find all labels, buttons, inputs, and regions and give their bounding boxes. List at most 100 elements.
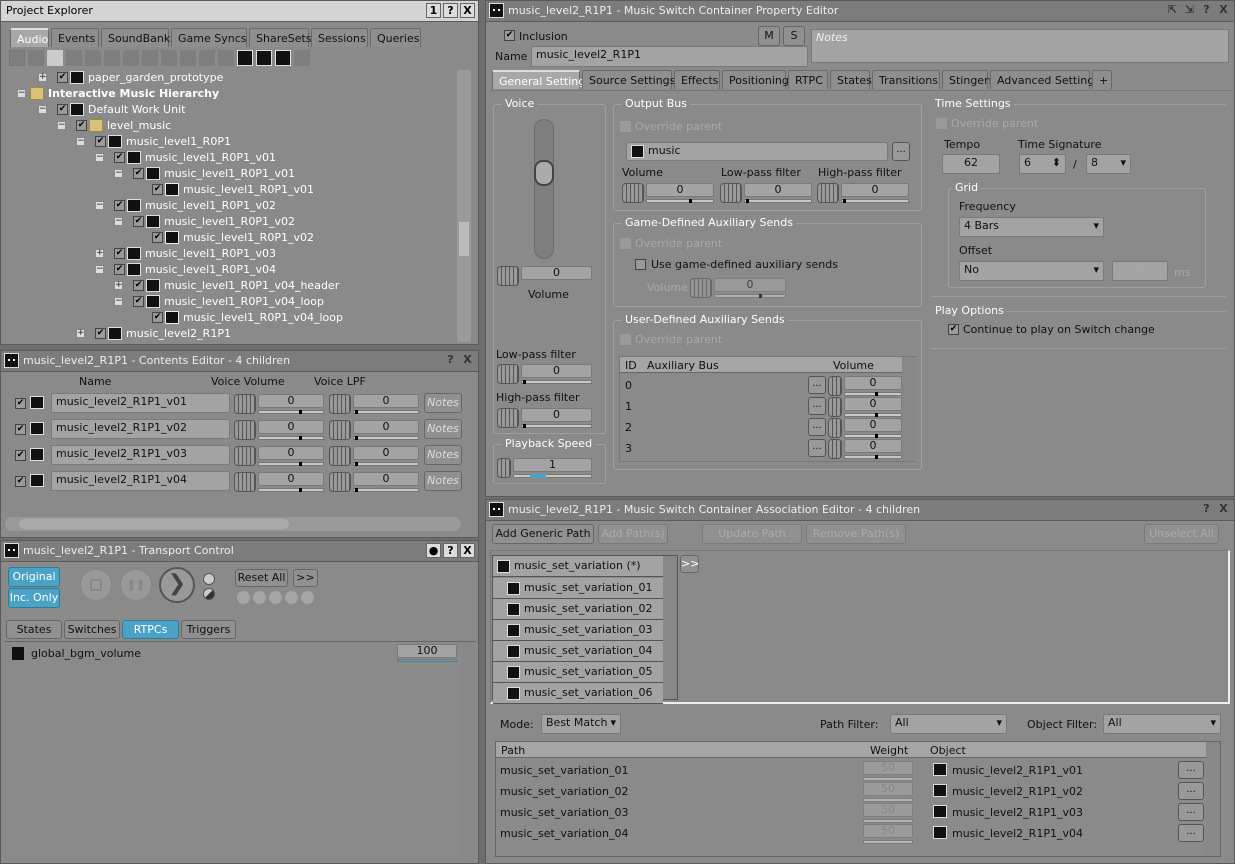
include-checkbox[interactable]: ✔ [114, 152, 125, 163]
include-checkbox[interactable]: ✔ [95, 328, 106, 339]
update-path-button[interactable]: Update Path [702, 524, 802, 544]
include-checkbox[interactable]: ✔ [57, 72, 68, 83]
aux-col-volume[interactable]: Volume [833, 359, 874, 372]
user-aux-override-checkbox[interactable] [620, 334, 631, 345]
original-button[interactable]: Original [8, 567, 60, 587]
play-button[interactable]: ❯ [159, 567, 195, 603]
close-button[interactable]: X [460, 543, 475, 558]
aux-bus-browse-button[interactable]: ... [808, 418, 826, 436]
help-button[interactable]: ? [1199, 502, 1214, 517]
include-checkbox[interactable]: ✔ [95, 136, 106, 147]
tab-sharesets[interactable]: ShareSets [249, 28, 312, 47]
object-browse-button[interactable]: ... [1178, 803, 1204, 821]
aux-bus-browse-button[interactable]: ... [808, 397, 826, 415]
continue-play-checkbox[interactable]: ✔ [948, 324, 959, 335]
help-button[interactable]: ? [1199, 3, 1214, 18]
solo-button[interactable]: S [783, 26, 805, 46]
child-notes-button[interactable]: Notes [424, 419, 462, 439]
tab-advanced-settings[interactable]: Advanced Settings [990, 70, 1100, 89]
aux-bus-browse-button[interactable]: ... [808, 376, 826, 394]
aux-volume-slider[interactable]: 0 [828, 397, 902, 419]
child-name-field[interactable]: music_level2_R1P1_v04 [51, 471, 230, 491]
tree-item[interactable]: + ✔ music_level1_R0P1_v03 [5, 246, 455, 262]
toolbar-icons[interactable] [9, 50, 310, 68]
tab-game-syncs[interactable]: Game Syncs [171, 28, 247, 47]
project-tree[interactable]: + ✔ paper_garden_prototype − Interactive Mus… [5, 70, 457, 342]
horizontal-scrollbar[interactable] [5, 517, 461, 531]
expander-minus-icon[interactable]: − [95, 265, 104, 274]
include-checkbox[interactable]: ✔ [152, 312, 163, 323]
offset-value-input[interactable]: 0 [1112, 261, 1168, 281]
child-notes-button[interactable]: Notes [424, 393, 462, 413]
weight-slider[interactable]: 50 [863, 824, 913, 846]
help-button[interactable]: ? [443, 3, 458, 18]
aux-scrollbar[interactable] [902, 357, 916, 461]
include-checkbox[interactable]: ✔ [114, 248, 125, 259]
pause-button[interactable]: ❚❚ [119, 568, 153, 602]
tree-item[interactable]: − ✔ music_level1_R0P1_v04_loop [5, 294, 455, 310]
child-name-field[interactable]: music_level2_R1P1_v02 [51, 419, 230, 439]
column-name[interactable]: Name [79, 375, 111, 388]
child-lpf-slider[interactable]: 0 [329, 472, 419, 494]
switch-group-item[interactable]: music_set_variation (*) [493, 556, 663, 577]
path-cell[interactable]: music_set_variation_03 [500, 806, 628, 819]
tab-switches[interactable]: Switches [64, 620, 120, 639]
time-override-checkbox[interactable] [936, 118, 947, 129]
aux-col-id[interactable]: ID [625, 359, 637, 372]
tree-item[interactable]: − ✔ Default Work Unit [5, 102, 455, 118]
mute-button[interactable]: M [758, 26, 780, 46]
unselect-all-button[interactable]: Unselect All [1144, 524, 1219, 544]
add-generic-path-button[interactable]: Add Generic Path [492, 524, 594, 544]
col-object[interactable]: Object [930, 744, 966, 757]
switch-item[interactable]: music_set_variation_05 [493, 662, 663, 683]
close-button[interactable]: X [1216, 3, 1231, 18]
path-cell[interactable]: music_set_variation_04 [500, 827, 628, 840]
inc-only-button[interactable]: Inc. Only [8, 588, 60, 608]
tab-stingers[interactable]: Stingers [942, 70, 994, 89]
object-browse-button[interactable]: ... [1178, 824, 1204, 842]
expander-minus-icon[interactable]: − [57, 121, 66, 130]
playback-speed-slider[interactable]: 1 [497, 458, 592, 480]
transport-mini-icons[interactable] [237, 591, 314, 604]
child-lpf-slider[interactable]: 0 [329, 394, 419, 416]
tree-item[interactable]: − ✔ music_level1_R0P1_v01 [5, 166, 455, 182]
expander-minus-icon[interactable]: − [114, 169, 123, 178]
tab-states[interactable]: States [6, 620, 62, 639]
child-lpf-slider[interactable]: 0 [329, 446, 419, 468]
row-include-checkbox[interactable]: ✔ [15, 476, 26, 487]
child-name-field[interactable]: music_level2_R1P1_v01 [51, 393, 230, 413]
child-notes-button[interactable]: Notes [424, 471, 462, 491]
child-volume-slider[interactable]: 0 [234, 472, 324, 494]
switch-item[interactable]: music_set_variation_01 [493, 578, 663, 599]
child-name-field[interactable]: music_level2_R1P1_v03 [51, 445, 230, 465]
tree-item[interactable]: − ✔ music_level1_R0P1_v01 [5, 150, 455, 166]
include-checkbox[interactable]: ✔ [133, 168, 144, 179]
aux-bus-browse-button[interactable]: ... [808, 439, 826, 457]
tab-events[interactable]: Events [51, 28, 99, 47]
switch-item[interactable]: music_set_variation_04 [493, 641, 663, 662]
rtpc-scrollbar[interactable] [462, 642, 476, 862]
tab-soundbanks[interactable]: SoundBanks [101, 28, 176, 47]
clock-icon[interactable] [203, 573, 215, 585]
aux-volume-slider[interactable]: 0 [828, 376, 902, 398]
expand-columns-button[interactable]: >> [680, 555, 699, 573]
aux-volume-slider[interactable]: 0 [828, 418, 902, 440]
weight-slider[interactable]: 50 [863, 782, 913, 804]
expander-plus-icon[interactable]: + [76, 329, 85, 338]
object-browse-button[interactable]: ... [1178, 782, 1204, 800]
path-cell[interactable]: music_set_variation_01 [500, 764, 628, 777]
tab-general-settings[interactable]: General Settings [492, 70, 591, 89]
tree-item[interactable]: + ✔ music_level1_R0P1_v04_header [5, 278, 455, 294]
weight-slider[interactable]: 50 [863, 803, 913, 825]
pin-number-button[interactable]: 1 [426, 3, 441, 18]
include-checkbox[interactable]: ✔ [152, 232, 163, 243]
voice-volume-fader[interactable] [534, 119, 554, 259]
output-bus-browse-button[interactable]: ... [892, 142, 910, 161]
tree-item[interactable]: − ✔ music_level1_R0P1_v02 [5, 198, 455, 214]
voice-hpf-slider[interactable]: 0 [497, 408, 592, 430]
aux-volume-slider[interactable]: 0 [828, 439, 902, 461]
expander-plus-icon[interactable]: + [38, 73, 47, 82]
tree-item[interactable]: ✔ music_level1_R0P1_v01 [5, 182, 455, 198]
half-circle-icon[interactable] [203, 588, 215, 600]
expander-plus-icon[interactable]: + [95, 249, 104, 258]
